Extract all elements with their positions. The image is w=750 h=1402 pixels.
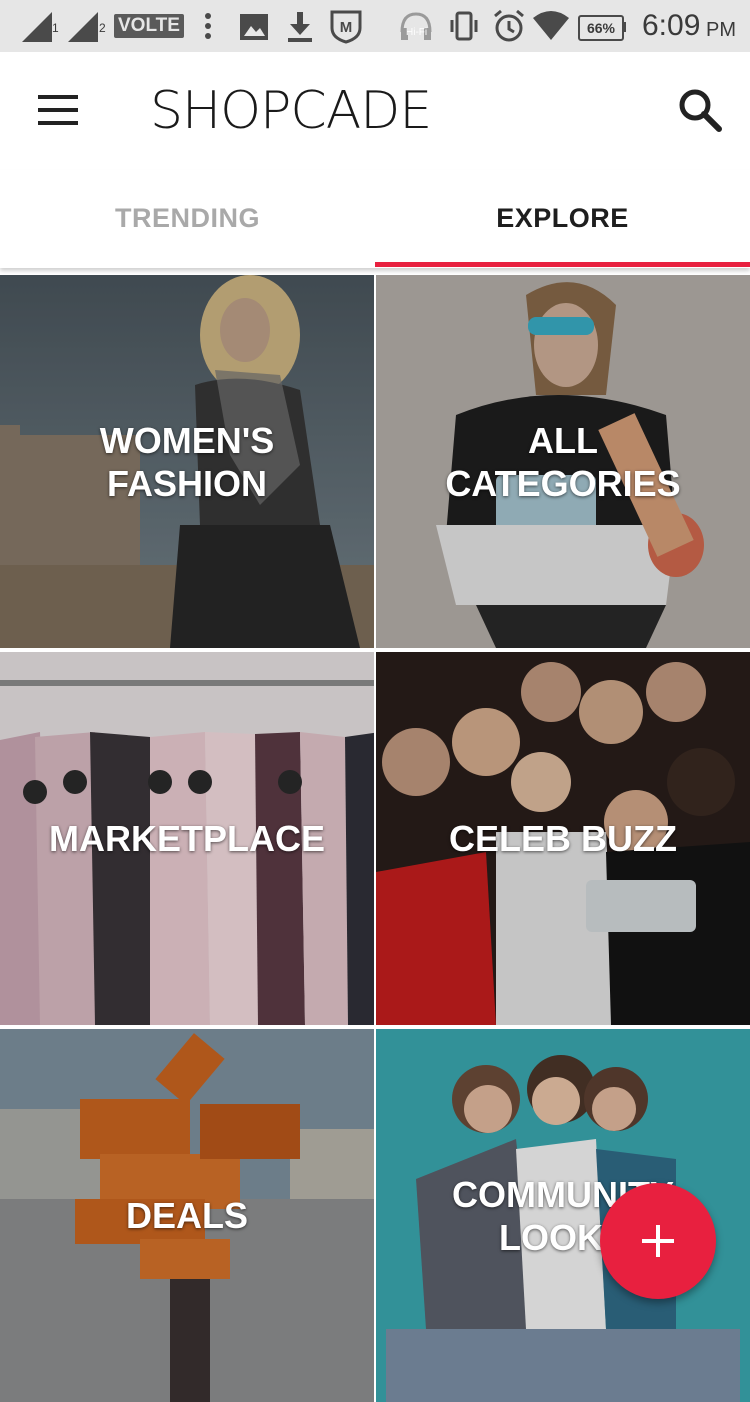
- tile-label-womens-fashion: WOMEN'S FASHION: [99, 419, 275, 504]
- app-bar: SHOPCADE: [0, 52, 750, 170]
- mcafee-icon: M: [330, 10, 362, 44]
- battery-tip: [622, 22, 626, 32]
- add-fab-button[interactable]: [600, 1183, 716, 1299]
- search-icon[interactable]: [676, 86, 724, 134]
- sim2-label: 2: [99, 21, 106, 35]
- app-title: SHOPCADE: [150, 81, 432, 141]
- tile-label-marketplace: MARKETPLACE: [49, 818, 325, 859]
- image-icon: [240, 14, 268, 40]
- tile-label-deals: DEALS: [125, 1195, 248, 1236]
- tile-womens-fashion[interactable]: WOMEN'S FASHION: [0, 275, 374, 648]
- hifi-label: Hi-Fi: [406, 27, 428, 38]
- status-bar: 1 2 VOLTE M Hi-Fi 66% 6:09 PM: [0, 0, 750, 52]
- clock-ampm: PM: [706, 19, 736, 41]
- hamburger-menu-icon[interactable]: [38, 95, 78, 125]
- alarm-icon: [494, 9, 524, 42]
- svg-text:M: M: [340, 19, 353, 36]
- vibrate-icon: [450, 11, 478, 41]
- tab-trending[interactable]: TRENDING: [0, 170, 375, 268]
- clock-time: 6:09: [642, 9, 701, 42]
- plus-icon-vertical: [656, 1225, 660, 1257]
- tile-deals[interactable]: DEALS: [0, 1029, 374, 1402]
- more-dots-icon: [205, 13, 211, 39]
- battery-level: 66%: [586, 20, 616, 36]
- tab-indicator: [375, 262, 750, 267]
- download-icon: [288, 12, 312, 42]
- battery-icon: 66%: [578, 15, 624, 41]
- tab-explore[interactable]: EXPLORE: [375, 170, 750, 268]
- tab-bar: TRENDING EXPLORE: [0, 170, 750, 268]
- tile-label-all-categories: ALL CATEGORIES: [445, 419, 681, 504]
- tile-label-celeb-buzz: CELEB BUZZ: [449, 818, 677, 859]
- tile-celeb-buzz[interactable]: CELEB BUZZ: [376, 652, 750, 1025]
- sim1-label: 1: [52, 21, 59, 35]
- volte-icon: VOLTE: [114, 14, 184, 38]
- tile-all-categories[interactable]: ALL CATEGORIES: [376, 275, 750, 648]
- wifi-icon: [533, 11, 569, 40]
- tile-marketplace[interactable]: MARKETPLACE: [0, 652, 374, 1025]
- explore-grid: WOMEN'S FASHION ALL CATEGORIES MARKETPLA…: [0, 275, 750, 1402]
